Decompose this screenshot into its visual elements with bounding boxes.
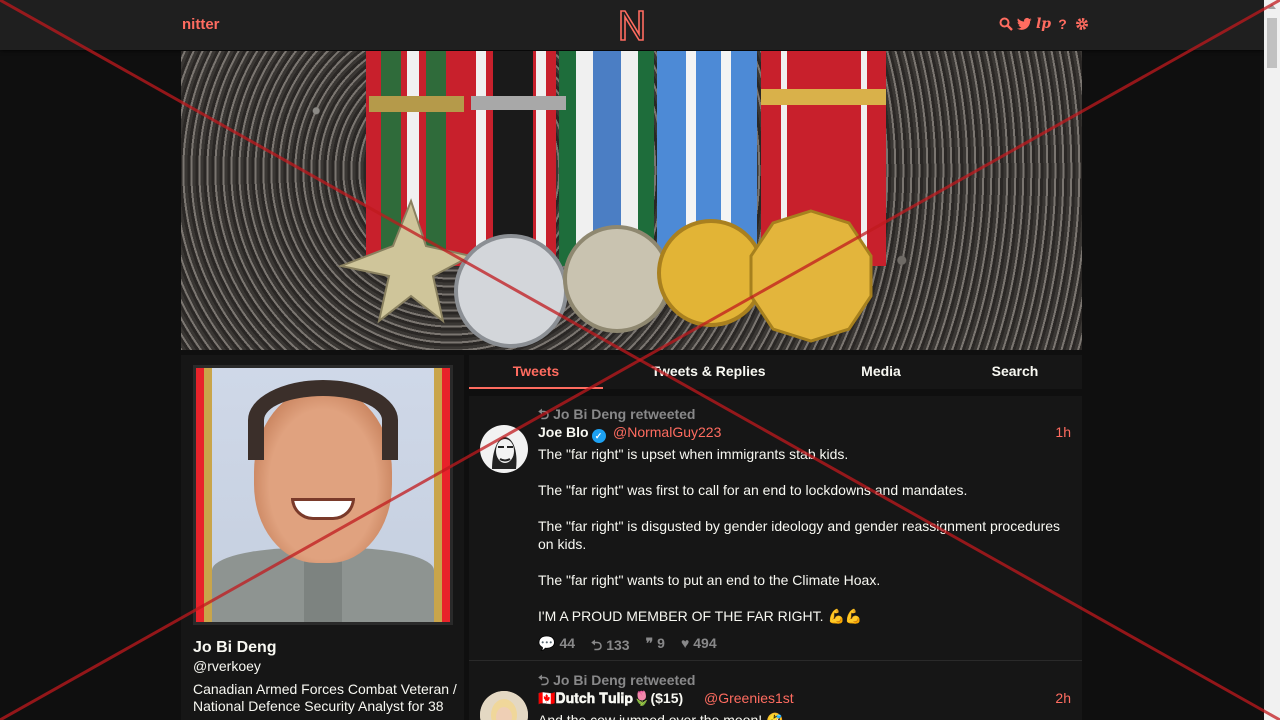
profile-banner[interactable] bbox=[181, 51, 1082, 350]
tab-tweets[interactable]: Tweets bbox=[469, 355, 603, 389]
tweet-paragraph: The "far right" wants to put an end to t… bbox=[538, 572, 881, 588]
profile-bio: Canadian Armed Forces Combat Veteran / N… bbox=[193, 681, 457, 714]
profile-username[interactable]: @rverkoey bbox=[193, 658, 261, 674]
tweet-username[interactable]: @NormalGuy223 bbox=[613, 424, 721, 440]
scrollbar-thumb[interactable] bbox=[1267, 18, 1277, 68]
profile-avatar[interactable] bbox=[193, 365, 453, 625]
twitter-icon[interactable] bbox=[1017, 16, 1032, 32]
tweet-date[interactable]: 2h bbox=[1055, 690, 1071, 706]
settings-icon[interactable] bbox=[1074, 16, 1089, 32]
tweet-stats: 💬 44 ⮌ 133 ❞ 9 ♥ 494 bbox=[538, 635, 717, 659]
profile-card: Jo Bi Deng @rverkoey Canadian Armed Forc… bbox=[181, 355, 464, 720]
tab-tweets-replies[interactable]: Tweets & Replies bbox=[603, 355, 814, 389]
scroll-up-arrow-icon[interactable] bbox=[1268, 4, 1276, 9]
avatar-image bbox=[196, 368, 450, 622]
brand-link[interactable]: nitter bbox=[182, 16, 220, 33]
timeline-tabs: Tweets Tweets & Replies Media Search bbox=[469, 355, 1082, 389]
tab-search[interactable]: Search bbox=[948, 355, 1082, 389]
reply-stat[interactable]: 💬 44 bbox=[538, 635, 575, 659]
tweet-avatar[interactable] bbox=[480, 691, 528, 720]
tweet-paragraph: I'M A PROUD MEMBER OF THE FAR RIGHT. 💪💪 bbox=[538, 608, 863, 624]
verified-icon: ✓ bbox=[591, 429, 606, 443]
nav-icons: lp ? bbox=[998, 16, 1089, 32]
like-stat[interactable]: ♥ 494 bbox=[681, 635, 717, 659]
timeline: ⮌ Jo Bi Deng retweeted Joe Blo ✓ @NormalG… bbox=[469, 396, 1082, 720]
retweet-stat[interactable]: ⮌ 133 bbox=[591, 635, 630, 659]
tweet-content: And the cow jumped over the moon! 🤣 bbox=[538, 711, 1070, 720]
retweet-icon: ⮌ bbox=[538, 672, 554, 688]
retweet-icon: ⮌ bbox=[591, 637, 603, 653]
heart-icon: ♥ bbox=[680, 635, 690, 651]
tab-media[interactable]: Media bbox=[814, 355, 948, 389]
tweet-paragraph: The "far right" is disgusted by gender i… bbox=[538, 518, 1061, 552]
tweet-content: The "far right" is upset when immigrants… bbox=[538, 445, 1070, 643]
tweet-username[interactable]: @Greenies1st bbox=[704, 690, 794, 706]
tweet-avatar[interactable] bbox=[480, 425, 528, 473]
quote-stat[interactable]: ❞ 9 bbox=[646, 635, 665, 659]
tweet-paragraph: And the cow jumped over the moon! 🤣 bbox=[538, 712, 784, 720]
medals-illustration bbox=[337, 51, 886, 348]
comment-icon: 💬 bbox=[538, 635, 556, 651]
page-scrollbar[interactable] bbox=[1264, 0, 1280, 720]
nitter-logo-icon[interactable] bbox=[618, 8, 646, 42]
tweet-paragraph: The "far right" is upset when immigrants… bbox=[538, 446, 849, 462]
tweet-fullname[interactable]: Joe Blo ✓ bbox=[538, 424, 606, 443]
navbar: nitter lp ? bbox=[0, 0, 1264, 50]
tweet[interactable]: ⮌ Jo Bi Deng retweeted Joe Blo ✓ @NormalG… bbox=[469, 396, 1082, 661]
tweet-fullname[interactable]: 🇨🇦𝐃𝐮𝐭𝐜𝐡 𝐓𝐮𝐥𝐢𝐩🌷($15) bbox=[538, 690, 683, 707]
profile-fullname[interactable]: Jo Bi Deng bbox=[193, 639, 277, 657]
search-icon[interactable] bbox=[998, 16, 1013, 32]
tweet-paragraph: The "far right" was first to call for an… bbox=[538, 482, 968, 498]
tweet-date[interactable]: 1h bbox=[1055, 424, 1071, 440]
tweet[interactable]: ⮌ Jo Bi Deng retweeted 🇨🇦𝐃𝐮𝐭𝐜𝐡 𝐓𝐮𝐥𝐢𝐩🌷($1… bbox=[469, 661, 1082, 720]
retweet-icon: ⮌ bbox=[538, 406, 554, 422]
help-icon[interactable]: ? bbox=[1055, 16, 1070, 32]
liberapay-icon[interactable]: lp bbox=[1036, 16, 1051, 32]
quote-icon: ❞ bbox=[645, 635, 654, 651]
